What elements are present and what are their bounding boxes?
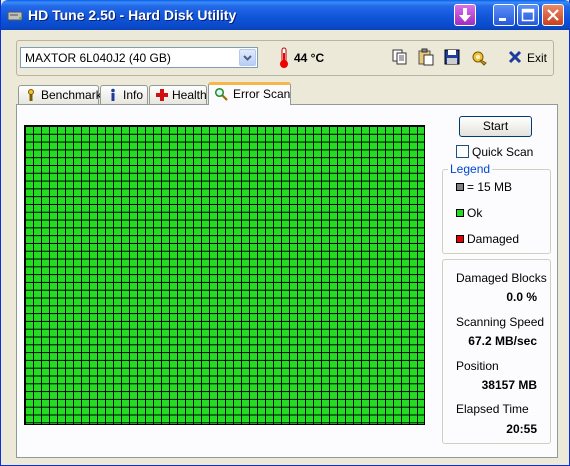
arrow-down-icon: [459, 8, 471, 22]
health-cross-icon: [156, 89, 168, 101]
quick-scan-checkbox[interactable]: [456, 145, 469, 158]
save-button[interactable]: [442, 47, 462, 67]
damaged-blocks-label: Damaged Blocks: [456, 271, 547, 285]
tab-info-label: Info: [123, 88, 144, 102]
tab-error-scan-label: Error Scan: [233, 87, 291, 101]
drive-select[interactable]: MAXTOR 6L040J2 (40 GB): [20, 47, 258, 68]
scan-block-map: [24, 125, 425, 425]
clipboard-icon: [418, 48, 434, 66]
options-button[interactable]: [469, 47, 489, 67]
hand-options-icon: [472, 51, 487, 66]
copy-info-button[interactable]: [390, 47, 410, 67]
quick-scan-label[interactable]: Quick Scan: [472, 145, 533, 159]
tab-benchmark[interactable]: Benchmark: [18, 85, 102, 104]
elapsed-time-value: 20:55: [506, 422, 537, 436]
tab-health-label: Health: [172, 88, 207, 102]
chevron-down-icon: [243, 55, 252, 61]
minimize-icon: [499, 18, 506, 21]
legend-swatch-ok: [456, 209, 464, 217]
legend-title: Legend: [448, 162, 493, 176]
maximize-icon: [521, 8, 535, 22]
damaged-blocks-value: 0.0 %: [506, 290, 537, 304]
floppy-disk-icon: [444, 49, 460, 65]
close-button[interactable]: [542, 4, 564, 26]
elapsed-time-label: Elapsed Time: [456, 402, 529, 416]
close-icon: [547, 9, 559, 21]
scanning-speed-value: 67.2 MB/sec: [468, 334, 537, 348]
tab-health[interactable]: Health: [149, 85, 207, 104]
magnifier-icon: [214, 87, 228, 101]
thermometer-icon: [280, 47, 288, 68]
position-label: Position: [456, 359, 499, 373]
position-value: 38157 MB: [481, 378, 537, 392]
legend-block-size-label: = 15 MB: [467, 180, 513, 194]
drive-select-dropdown-button[interactable]: [239, 49, 256, 66]
maximize-button[interactable]: [517, 4, 539, 26]
tab-benchmark-label: Benchmark: [41, 88, 102, 102]
legend-swatch-block-size: [456, 183, 464, 191]
copy-all-button[interactable]: [416, 47, 436, 67]
scan-stats-group: [442, 259, 551, 444]
drive-select-value: MAXTOR 6L040J2 (40 GB): [25, 51, 171, 65]
start-button[interactable]: Start: [459, 116, 532, 137]
exit-button[interactable]: Exit: [527, 51, 547, 65]
scanning-speed-label: Scanning Speed: [456, 315, 545, 329]
exit-x-icon[interactable]: [508, 50, 522, 64]
window-title: HD Tune 2.50 - Hard Disk Utility: [28, 7, 237, 23]
copy-icon: [392, 49, 407, 65]
legend-ok-label: Ok: [467, 206, 483, 220]
minimize-button[interactable]: [493, 4, 515, 26]
download-button[interactable]: [454, 4, 476, 26]
benchmark-icon: [28, 89, 34, 101]
hard-disk-icon: [7, 11, 23, 21]
tab-error-scan[interactable]: Error Scan: [208, 82, 291, 105]
legend-damaged-label: Damaged: [467, 232, 520, 246]
tab-info[interactable]: Info: [100, 85, 148, 104]
info-icon: [111, 88, 115, 101]
app-window: HD Tune 2.50 - Hard Disk Utility MAXTOR …: [0, 0, 570, 466]
temperature-readout: 44 °C: [294, 51, 325, 65]
legend-swatch-damaged: [456, 235, 464, 243]
title-bar[interactable]: HD Tune 2.50 - Hard Disk Utility: [1, 0, 570, 30]
